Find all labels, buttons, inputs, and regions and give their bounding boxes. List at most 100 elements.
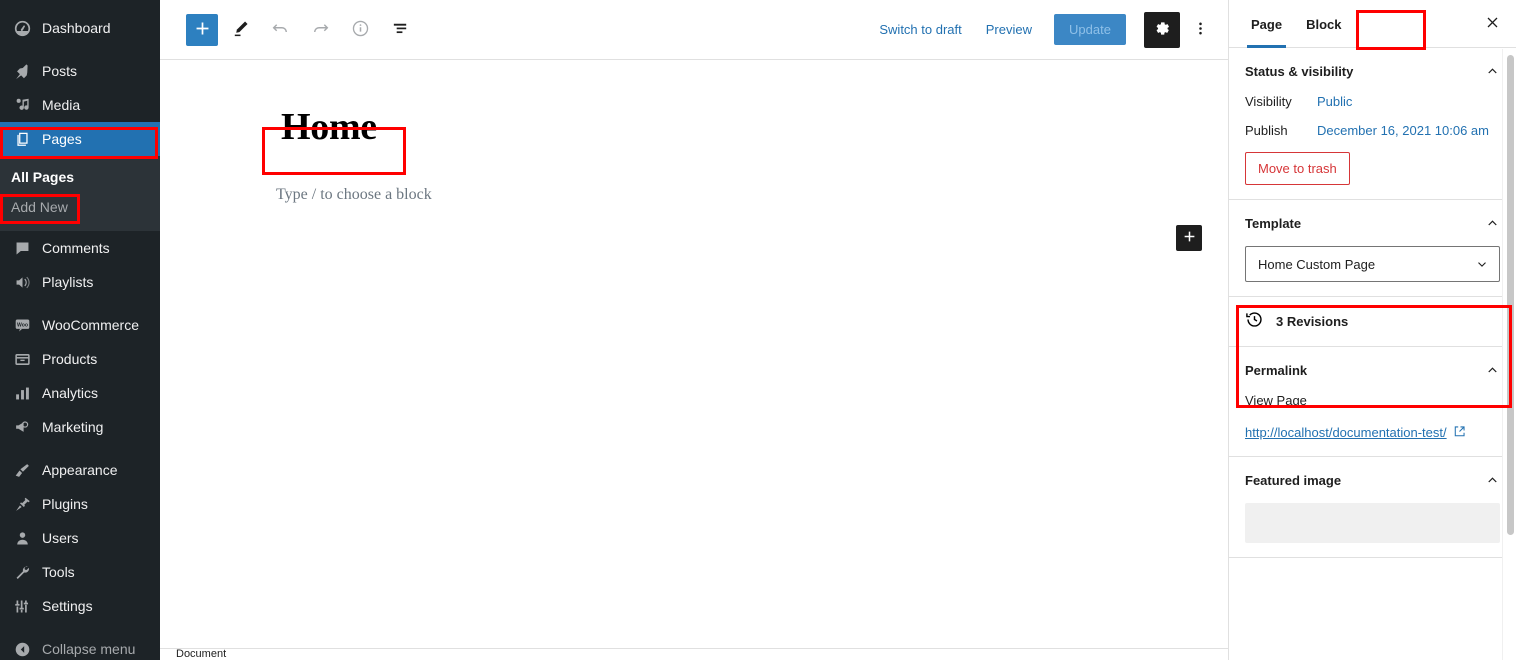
panel-permalink-body: View Page http://localhost/documentation… bbox=[1245, 393, 1500, 456]
move-to-trash-button[interactable]: Move to trash bbox=[1245, 152, 1350, 185]
tools-pencil-button[interactable] bbox=[222, 12, 258, 48]
sidebar-item-appearance[interactable]: Appearance bbox=[0, 453, 160, 487]
pencil-icon bbox=[231, 19, 250, 41]
plus-icon bbox=[1182, 229, 1197, 247]
wordpress-block-editor: Dashboard Posts Media Pages All Pages Ad… bbox=[0, 0, 1516, 660]
switch-to-draft-button[interactable]: Switch to draft bbox=[867, 14, 973, 45]
details-info-button[interactable] bbox=[342, 12, 378, 48]
close-icon bbox=[1485, 15, 1500, 33]
sidebar-item-dashboard[interactable]: Dashboard bbox=[0, 11, 160, 45]
update-button[interactable]: Update bbox=[1054, 14, 1126, 45]
dashboard-icon bbox=[11, 18, 33, 38]
admin-sidebar: Dashboard Posts Media Pages All Pages Ad… bbox=[0, 0, 160, 660]
sidebar-item-posts[interactable]: Posts bbox=[0, 54, 160, 88]
panel-status-visibility: Status & visibility Visibility Public Pu… bbox=[1229, 48, 1516, 200]
add-block-button[interactable] bbox=[186, 13, 218, 46]
panel-title: Permalink bbox=[1245, 362, 1308, 378]
permalink-url-link[interactable]: http://localhost/documentation-test/ bbox=[1245, 425, 1466, 441]
tab-page[interactable]: Page bbox=[1239, 1, 1294, 48]
sidebar-item-label: Tools bbox=[42, 564, 75, 581]
sidebar-item-settings[interactable]: Settings bbox=[0, 589, 160, 623]
settings-toggle-button[interactable] bbox=[1144, 11, 1180, 48]
undo-button[interactable] bbox=[262, 12, 298, 48]
sidebar-item-label: Marketing bbox=[42, 419, 104, 436]
sidebar-item-media[interactable]: Media bbox=[0, 88, 160, 122]
pages-submenu: All Pages Add New bbox=[0, 156, 160, 232]
breadcrumb-document[interactable]: Document bbox=[176, 649, 226, 660]
more-options-button[interactable] bbox=[1184, 12, 1216, 48]
gear-icon bbox=[1154, 20, 1171, 40]
revisions-icon bbox=[1245, 310, 1264, 334]
visibility-value-button[interactable]: Public bbox=[1317, 94, 1352, 109]
featured-image-placeholder[interactable] bbox=[1245, 503, 1500, 543]
chevron-up-icon bbox=[1485, 64, 1500, 79]
panel-status-visibility-header[interactable]: Status & visibility bbox=[1245, 48, 1500, 94]
redo-button[interactable] bbox=[302, 12, 338, 48]
menu-separator-4 bbox=[0, 623, 160, 632]
external-link-icon bbox=[1453, 425, 1466, 441]
submenu-item-all-pages[interactable]: All Pages bbox=[0, 162, 160, 192]
editor-canvas[interactable]: Home Type / to choose a block bbox=[160, 60, 1228, 648]
panel-title: Featured image bbox=[1245, 472, 1342, 488]
panel-featured-image-header[interactable]: Featured image bbox=[1245, 457, 1500, 503]
sidebar-item-label: Playlists bbox=[42, 274, 94, 291]
breadcrumb[interactable]: Document bbox=[176, 649, 226, 660]
panel-permalink-header[interactable]: Permalink bbox=[1245, 347, 1500, 393]
sidebar-item-label: Appearance bbox=[42, 462, 118, 479]
visibility-label: Visibility bbox=[1245, 94, 1292, 109]
publish-date-button[interactable]: December 16, 2021 10:06 am bbox=[1317, 123, 1489, 138]
svg-text:Woo: Woo bbox=[17, 322, 28, 328]
analytics-icon bbox=[11, 383, 33, 403]
panel-featured-image: Featured image bbox=[1229, 457, 1516, 558]
sidebar-item-products[interactable]: Products bbox=[0, 342, 160, 376]
sidebar-item-analytics[interactable]: Analytics bbox=[0, 376, 160, 410]
sidebar-item-label: Dashboard bbox=[42, 20, 111, 36]
submenu-item-add-new[interactable]: Add New bbox=[0, 192, 160, 222]
canvas-inner: Home Type / to choose a block bbox=[160, 60, 1228, 204]
sidebar-scrollbar-thumb[interactable] bbox=[1507, 55, 1514, 535]
template-select[interactable]: Home Custom Page bbox=[1245, 246, 1500, 282]
settings-tabs: Page Block bbox=[1229, 0, 1516, 48]
panel-featured-image-body bbox=[1245, 503, 1500, 557]
menu-separator-3 bbox=[0, 444, 160, 453]
editor-header: Switch to draft Preview Update bbox=[160, 0, 1228, 60]
menu-separator-1 bbox=[0, 45, 160, 54]
collapse-menu-button[interactable]: Collapse menu bbox=[0, 632, 160, 660]
editor-footer-breadcrumb: Document bbox=[160, 648, 1228, 660]
pin-icon bbox=[11, 61, 33, 81]
sidebar-item-comments[interactable]: Comments bbox=[0, 231, 160, 265]
sidebar-item-users[interactable]: Users bbox=[0, 521, 160, 555]
tab-block[interactable]: Block bbox=[1294, 1, 1353, 47]
pages-icon bbox=[11, 129, 33, 149]
tools-icon bbox=[11, 562, 33, 582]
post-title-input[interactable]: Home bbox=[275, 104, 435, 152]
panel-title: Status & visibility bbox=[1245, 63, 1354, 79]
block-appender-button[interactable] bbox=[1176, 225, 1202, 251]
sidebar-item-tools[interactable]: Tools bbox=[0, 555, 160, 589]
sidebar-scrollbar[interactable] bbox=[1502, 49, 1516, 660]
appearance-icon bbox=[11, 460, 33, 480]
settings-icon bbox=[11, 596, 33, 616]
panel-template: Template Home Custom Page bbox=[1229, 200, 1516, 297]
close-sidebar-button[interactable] bbox=[1476, 8, 1508, 40]
default-block-placeholder[interactable]: Type / to choose a block bbox=[276, 186, 1228, 204]
revisions-row[interactable]: 3 Revisions bbox=[1229, 297, 1516, 347]
sidebar-item-pages[interactable]: Pages bbox=[0, 122, 160, 156]
sidebar-item-marketing[interactable]: Marketing bbox=[0, 410, 160, 444]
woocommerce-icon: Woo bbox=[11, 315, 33, 335]
chevron-up-icon bbox=[1485, 216, 1500, 231]
sidebar-item-plugins[interactable]: Plugins bbox=[0, 487, 160, 521]
sidebar-item-label: Analytics bbox=[42, 385, 99, 402]
sidebar-item-label: Products bbox=[42, 351, 98, 368]
post-title-wrap: Home bbox=[275, 104, 435, 152]
products-icon bbox=[11, 349, 33, 369]
settings-sidebar: Page Block Status & visibility Visibilit… bbox=[1228, 0, 1516, 660]
sidebar-item-playlists[interactable]: Playlists bbox=[0, 265, 160, 299]
editor-header-actions: Switch to draft Preview Update bbox=[867, 11, 1216, 48]
chevron-up-icon bbox=[1485, 473, 1500, 488]
list-view-button[interactable] bbox=[382, 12, 418, 48]
block-editor-main: Switch to draft Preview Update Home Type… bbox=[160, 0, 1228, 660]
preview-button[interactable]: Preview bbox=[974, 14, 1044, 45]
sidebar-item-woocommerce[interactable]: Woo WooCommerce bbox=[0, 308, 160, 342]
panel-template-header[interactable]: Template bbox=[1245, 200, 1500, 246]
